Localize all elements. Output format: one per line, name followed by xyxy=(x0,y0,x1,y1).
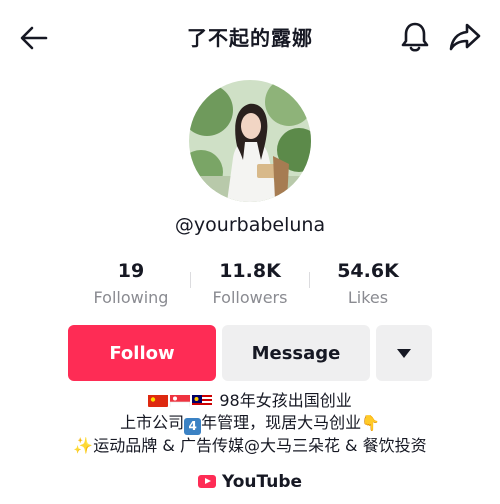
avatar[interactable] xyxy=(189,80,311,202)
follow-button[interactable]: Follow xyxy=(68,325,216,381)
malaysia-flag-icon xyxy=(192,393,213,407)
bio-text: 98年女孩出国创业 xyxy=(219,391,352,410)
top-bar: 了不起的露娜 xyxy=(0,0,500,72)
profile-bio: 98年女孩出国创业 上市公司 4 年管理，现居大马创业👇 ✨运动品牌 & 广告传媒@… xyxy=(0,390,500,457)
youtube-link[interactable]: YouTube xyxy=(0,472,500,492)
bell-icon[interactable] xyxy=(399,20,431,54)
message-button[interactable]: Message xyxy=(222,325,370,381)
youtube-icon xyxy=(197,475,216,488)
keycap-number-badge: 4 xyxy=(184,418,202,435)
share-arrow-icon[interactable] xyxy=(448,22,482,52)
singapore-flag-icon xyxy=(170,393,191,407)
bio-text: 运动品牌 & 广告传媒@大马三朵花 & 餐饮投资 xyxy=(93,436,427,455)
stat-value: 54.6K xyxy=(337,260,399,282)
caret-down-icon xyxy=(397,349,411,358)
pointing-hand-icon: 👇 xyxy=(361,414,380,432)
profile-stats: 19 Following 11.8K Followers 54.6K Likes xyxy=(0,258,500,312)
stat-likes[interactable]: 54.6K Likes xyxy=(298,258,438,307)
bio-line-2: 上市公司 4 年管理，现居大马创业👇 xyxy=(0,412,500,435)
stat-label: Likes xyxy=(347,288,389,307)
youtube-link-label: YouTube xyxy=(221,472,303,492)
bio-text: 年管理，现居大马创业 xyxy=(201,413,362,432)
bio-line-1: 98年女孩出国创业 xyxy=(0,390,500,412)
bio-text: 上市公司 xyxy=(120,413,185,432)
profile-actions: Follow Message xyxy=(0,325,500,381)
profile-handle: @yourbabeluna xyxy=(174,214,326,236)
china-flag-icon xyxy=(148,393,169,407)
avatar-photo xyxy=(189,80,311,202)
sparkles-icon: ✨ xyxy=(73,436,94,455)
bio-line-3: ✨运动品牌 & 广告传媒@大马三朵花 & 餐饮投资 xyxy=(0,435,500,457)
more-options-button[interactable] xyxy=(376,325,432,381)
